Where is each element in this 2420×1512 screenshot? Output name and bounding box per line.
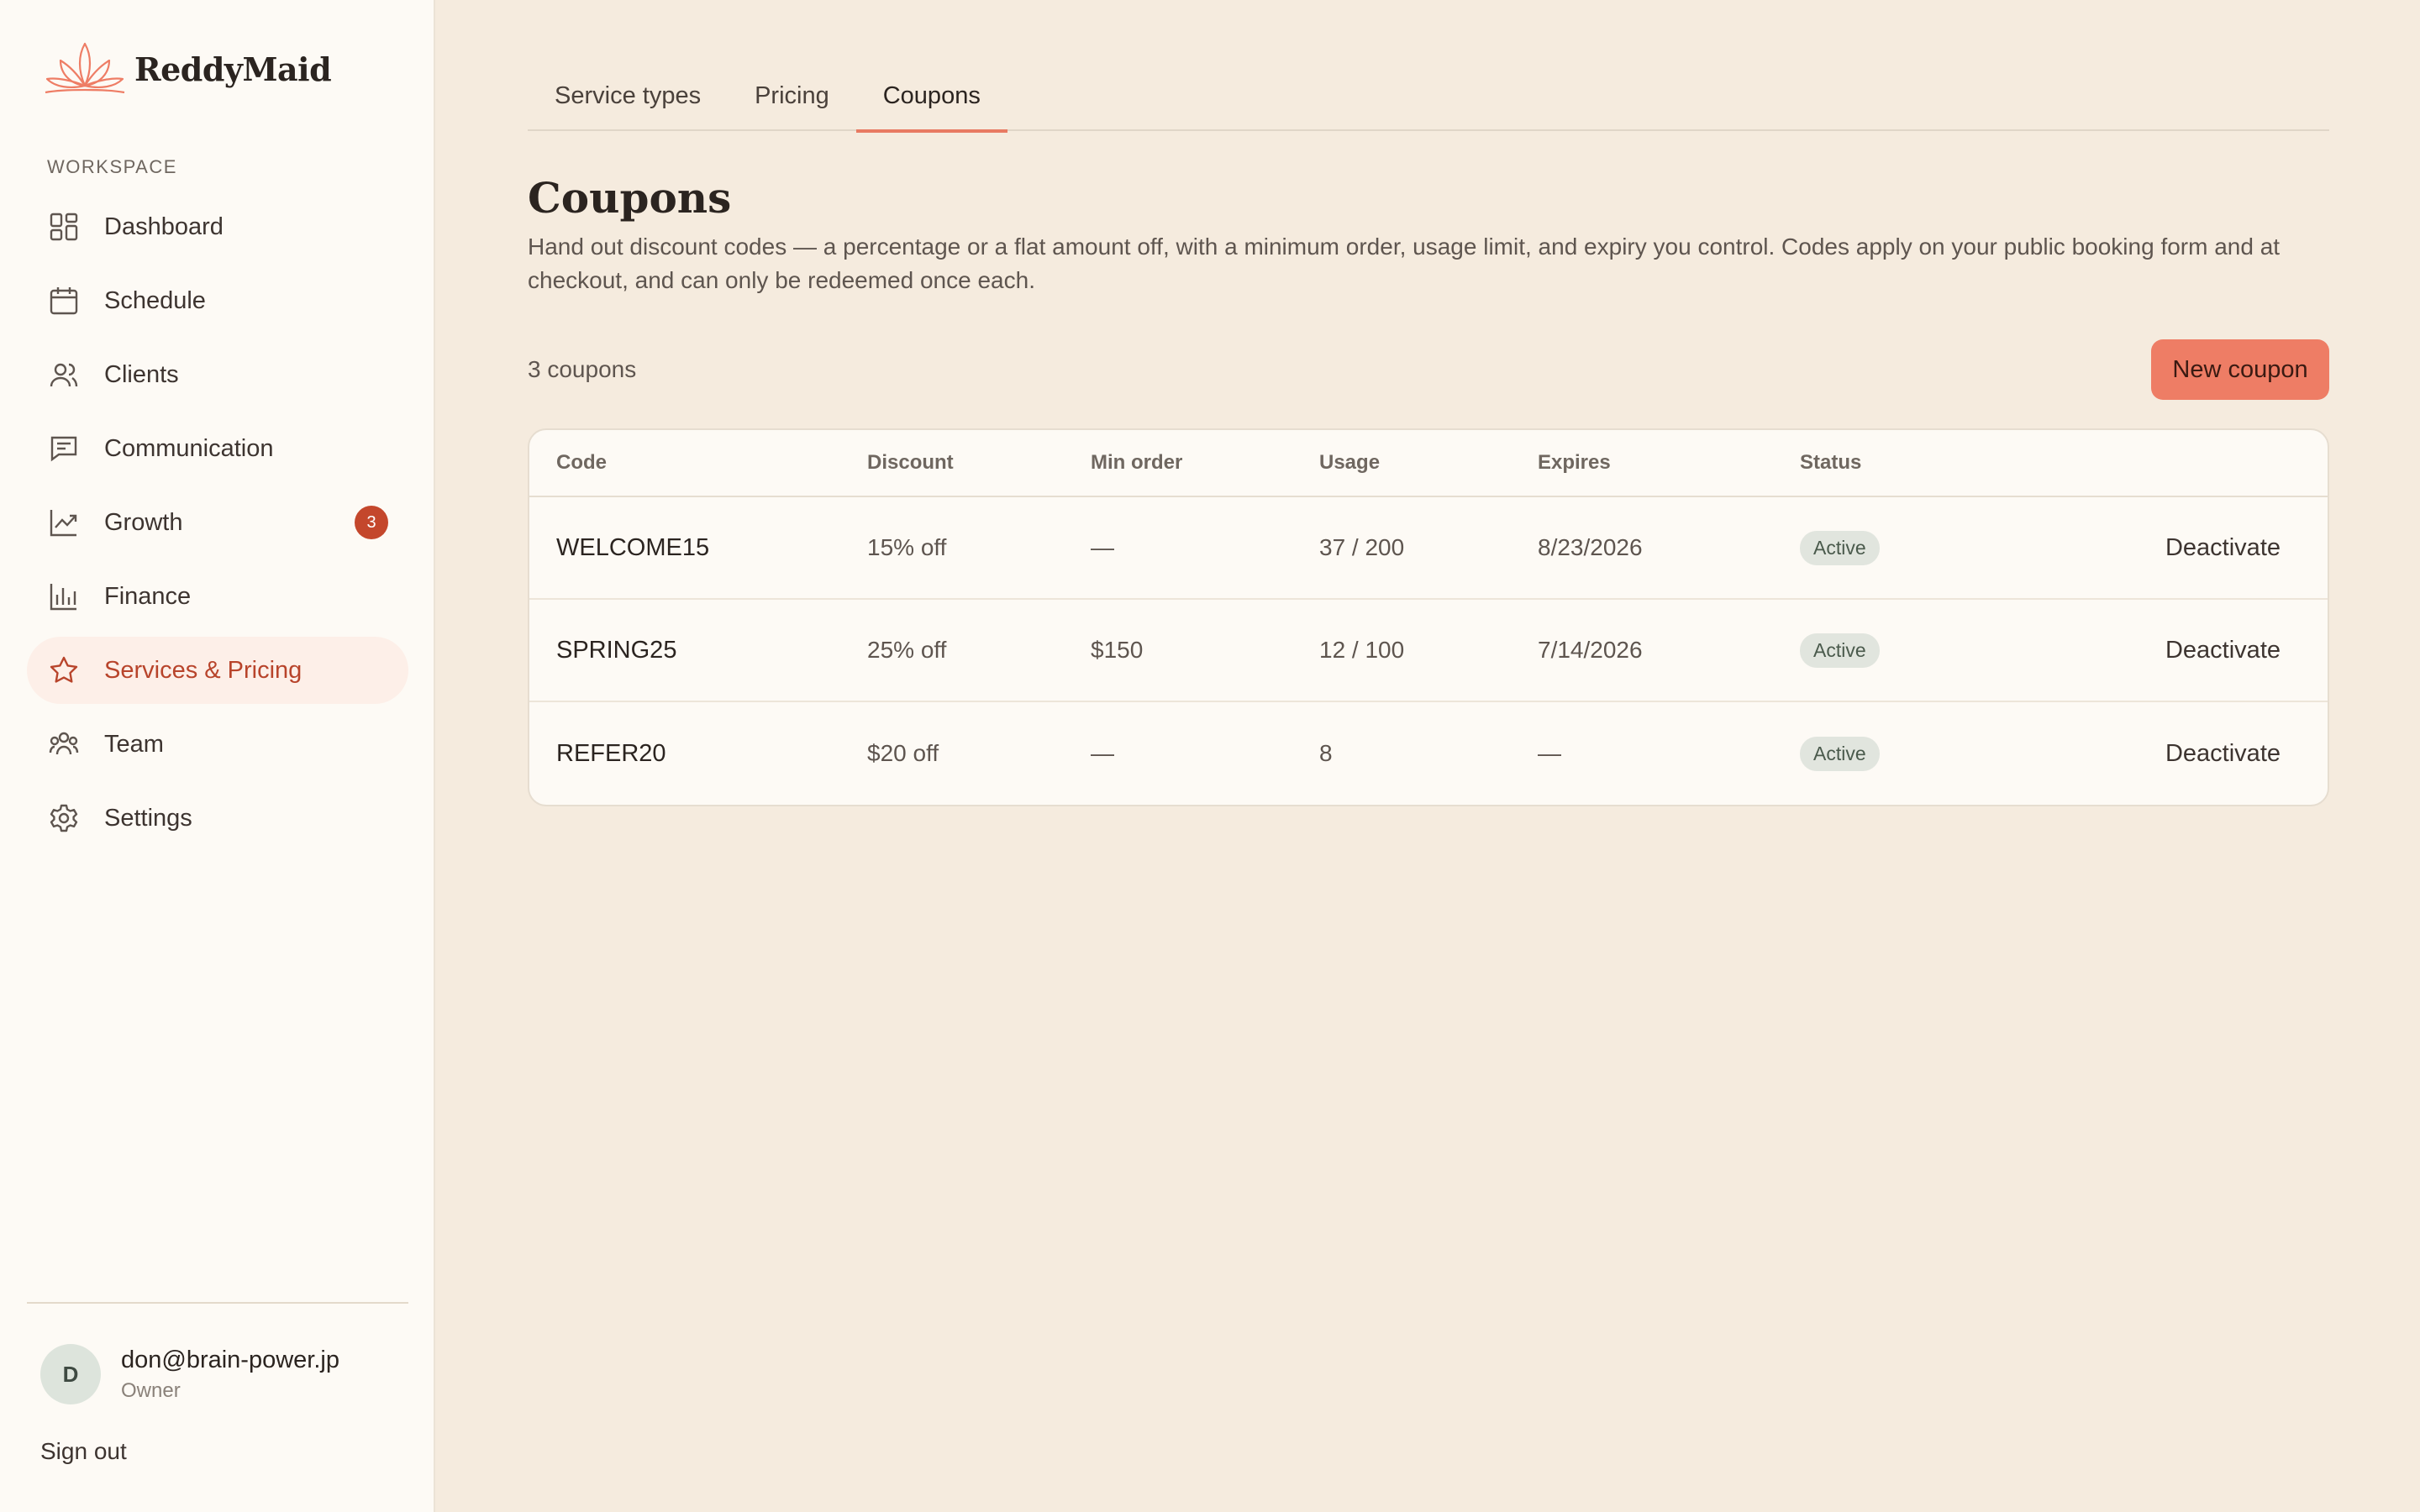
user-role: Owner [121,1378,181,1402]
user-email: don@brain-power.jp [121,1346,339,1373]
page-description: Hand out discount codes — a percentage o… [528,234,2281,293]
column-header-discount: Discount [867,451,954,474]
calendar-icon [49,286,79,316]
star-icon [49,655,79,685]
chat-icon [49,433,79,464]
sidebar-item-label: Dashboard [104,213,224,240]
brand-logo[interactable]: ReddyMaid [39,37,332,101]
deactivate-button[interactable]: Deactivate [2165,637,2281,664]
sidebar: ReddyMaid WORKSPACE Dashboard Schedule C… [0,0,435,1512]
grid-icon [49,212,79,242]
sidebar-item-label: Communication [104,434,274,462]
sidebar-item-schedule[interactable]: Schedule [27,267,408,334]
coupon-code: SPRING25 [556,636,677,664]
coupon-usage: 8 [1319,740,1333,766]
sidebar-divider [27,1302,408,1304]
page-title: Coupons [528,173,732,223]
sidebar-item-communication[interactable]: Communication [27,415,408,482]
trend-icon [49,507,79,538]
sidebar-item-growth[interactable]: Growth 3 [27,489,408,556]
coupon-expires: 8/23/2026 [1538,534,1643,560]
users-icon [49,360,79,390]
coupon-expires: — [1538,740,1561,766]
coupon-count: 3 coupons [528,356,637,382]
coupon-min-order: — [1091,740,1114,766]
coupon-usage: 37 / 200 [1319,534,1405,560]
team-icon [49,729,79,759]
status-badge: Active [1800,736,1880,771]
coupon-min-order: — [1091,534,1114,560]
sidebar-item-label: Team [104,730,164,758]
column-header-min-order: Min order [1091,451,1183,474]
sidebar-item-label: Schedule [104,286,206,314]
sidebar-item-services-pricing[interactable]: Services & Pricing [27,637,408,704]
sidebar-nav: Dashboard Schedule Clients Communication… [27,193,408,858]
section-label: WORKSPACE [47,156,177,177]
coupons-table: Code Discount Min order Usage Expires St… [528,428,2329,806]
table-row: SPRING25 25% off $150 12 / 100 7/14/2026… [529,600,2328,702]
column-header-expires: Expires [1538,451,1611,474]
sidebar-item-dashboard[interactable]: Dashboard [27,193,408,260]
sidebar-item-settings[interactable]: Settings [27,785,408,852]
status-badge: Active [1800,633,1880,668]
avatar: D [40,1344,101,1404]
brand-name: ReddyMaid [134,50,332,88]
tab-coupons[interactable]: Coupons [855,81,1007,133]
deactivate-button[interactable]: Deactivate [2165,740,2281,768]
gear-icon [49,803,79,833]
sign-out-link[interactable]: Sign out [40,1438,127,1465]
coupon-discount: 15% off [867,534,947,560]
tab-pricing[interactable]: Pricing [728,81,856,131]
lotus-icon [45,42,125,94]
tab-service-types[interactable]: Service types [528,81,728,131]
notification-badge: 3 [355,506,388,539]
coupon-min-order: $150 [1091,637,1144,663]
coupon-code: REFER20 [556,739,666,767]
sidebar-item-finance[interactable]: Finance [27,563,408,630]
table-row: REFER20 $20 off — 8 — Active Deactivate [529,702,2328,805]
coupon-discount: $20 off [867,740,939,766]
column-header-status: Status [1800,451,1862,474]
table-header: Code Discount Min order Usage Expires St… [529,430,2328,497]
coupon-expires: 7/14/2026 [1538,637,1643,663]
bar-chart-icon [49,581,79,612]
tab-bar: Service types Pricing Coupons [528,81,2329,133]
user-profile[interactable]: D don@brain-power.jp Owner [40,1344,339,1404]
deactivate-button[interactable]: Deactivate [2165,534,2281,562]
sidebar-item-label: Services & Pricing [104,656,302,684]
coupon-code: WELCOME15 [556,533,710,561]
column-header-code: Code [556,451,607,474]
coupon-usage: 12 / 100 [1319,637,1405,663]
coupon-discount: 25% off [867,637,947,663]
sidebar-item-label: Growth [104,508,183,536]
sidebar-item-label: Finance [104,582,192,610]
table-row: WELCOME15 15% off — 37 / 200 8/23/2026 A… [529,497,2328,600]
sidebar-item-team[interactable]: Team [27,711,408,778]
new-coupon-button[interactable]: New coupon [2151,339,2329,400]
column-header-usage: Usage [1319,451,1381,474]
status-badge: Active [1800,530,1880,565]
sidebar-item-clients[interactable]: Clients [27,341,408,408]
sidebar-item-label: Clients [104,360,179,388]
sidebar-item-label: Settings [104,804,192,832]
